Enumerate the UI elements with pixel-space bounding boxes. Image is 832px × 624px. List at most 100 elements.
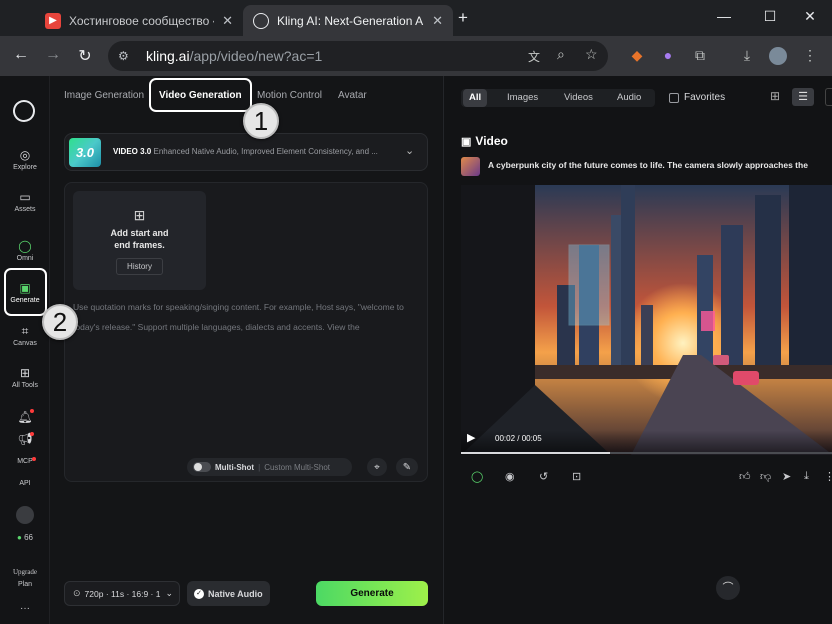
play-icon[interactable]: ▶	[467, 431, 475, 444]
share-icon[interactable]: ➤	[782, 470, 791, 483]
generate-button[interactable]: Generate	[316, 581, 428, 606]
close-tab-icon[interactable]: ✕	[222, 13, 233, 29]
dislike-icon[interactable]: 👎︎	[760, 470, 771, 483]
close-tab-icon[interactable]: ✕	[432, 13, 443, 29]
filter-all[interactable]: All	[463, 89, 488, 107]
menu-kebab-icon[interactable]: ⋮	[800, 47, 820, 67]
model-selector[interactable]: 3.0 VIDEO 3.0 Enhanced Native Audio, Imp…	[64, 133, 428, 171]
frames-title-line1: Add start and	[110, 228, 169, 238]
filter-audio[interactable]: Audio	[611, 89, 647, 107]
more-icon[interactable]: ···	[0, 603, 50, 614]
progress-track[interactable]	[461, 452, 832, 454]
frames-title-line2: end frames.	[114, 240, 165, 250]
rail-item-all-tools[interactable]: ⊞ All Tools	[0, 366, 50, 389]
metamask-extension-icon[interactable]: ◆	[627, 47, 647, 67]
profile-avatar-icon[interactable]	[768, 47, 788, 67]
kling-logo-icon[interactable]	[8, 95, 40, 127]
multishot-toggle[interactable]: Multi-Shot | Custom Multi-Shot	[187, 458, 352, 476]
rail-item-explore[interactable]: ◎ Explore	[0, 148, 50, 171]
favorites-label[interactable]: Favorites	[684, 92, 725, 103]
model-name: VIDEO 3.0	[113, 147, 152, 156]
omni-ring-icon: ◯	[18, 239, 32, 253]
tab-avatar[interactable]: Avatar	[338, 90, 367, 101]
zoom-icon[interactable]: ⌕	[557, 46, 565, 63]
browser-tab-bar: ▶ Хостинговое сообщество «Tim ✕ Kling AI…	[0, 0, 832, 36]
grid-view-icon[interactable]: ⊞	[770, 89, 780, 103]
prompt-placeholder[interactable]: Use quotation marks for speaking/singing…	[73, 297, 423, 337]
filter-images[interactable]: Images	[501, 89, 544, 107]
minimize-icon[interactable]: —	[714, 8, 734, 24]
native-audio-checkbox[interactable]: ✓ Native Audio	[187, 581, 270, 606]
reload-icon[interactable]: ↻	[74, 46, 96, 66]
tab-image-generation[interactable]: Image Generation	[64, 90, 144, 101]
new-tab-button[interactable]: +	[458, 8, 468, 28]
rail-item-omni[interactable]: ◯ Omni	[0, 239, 50, 262]
prompt-box[interactable]: ⊞ Add start and end frames. History Use …	[64, 182, 428, 482]
brush-icon[interactable]: ✎	[396, 458, 418, 476]
browser-toolbar: ← → ↻ ⚙ kling.ai/app/video/new?ac=1 文 ⌕ …	[0, 36, 832, 76]
download-icon[interactable]: ⤓	[737, 47, 757, 67]
chevron-down-icon[interactable]: ⌄	[405, 144, 414, 157]
omni-icon[interactable]: ◯	[471, 470, 483, 483]
support-headset-icon[interactable]: ⌒	[716, 576, 740, 600]
calendar-icon: ▣	[461, 136, 472, 148]
rail-item-mcp[interactable]: MCP	[0, 458, 50, 465]
kling-app: ◎ Explore ▭ Assets ◯ Omni ▣ Generate ⌗ Canvas…	[0, 76, 832, 624]
custom-multishot-label[interactable]: Custom Multi-Shot	[264, 463, 330, 472]
download-icon[interactable]: ⤓	[804, 470, 809, 483]
edit-icon[interactable]: ⊡	[572, 470, 581, 483]
left-rail: ◎ Explore ▭ Assets ◯ Omni ▣ Generate ⌗ Canvas…	[0, 76, 50, 624]
site-info-icon[interactable]: ⚙	[118, 49, 136, 63]
video-settings-label: 720p · 11s · 16:9 · 1	[84, 588, 161, 599]
more-icon[interactable]: ⋮	[824, 470, 832, 483]
notification-dot	[30, 409, 34, 413]
user-avatar[interactable]	[16, 506, 34, 524]
history-button[interactable]: History	[116, 258, 163, 275]
youtube-like-favicon-icon: ▶	[45, 12, 61, 29]
back-icon[interactable]: ←	[10, 46, 32, 64]
model-description: Enhanced Native Audio, Improved Element …	[153, 147, 378, 156]
location-pin-icon[interactable]: ⌖	[367, 458, 387, 476]
extend-icon[interactable]: ↺	[539, 470, 548, 483]
model-thumbnail: 3.0	[69, 138, 101, 167]
extension-icon[interactable]: ●	[658, 47, 678, 67]
url-host: kling.ai	[146, 48, 190, 64]
browser-tab-hosting[interactable]: ▶ Хостинговое сообщество «Tim ✕	[35, 5, 243, 36]
forward-icon[interactable]: →	[42, 46, 64, 64]
filter-videos[interactable]: Videos	[558, 89, 599, 107]
video-settings-dropdown[interactable]: ⊙ 720p · 11s · 16:9 · 1 ⌄	[64, 581, 180, 606]
rail-item-assets[interactable]: ▭ Assets	[0, 190, 50, 213]
check-icon: ✓	[194, 588, 204, 599]
kling-favicon-icon	[253, 12, 269, 29]
video-player[interactable]: ▶ 00:02 / 00:05	[461, 185, 832, 455]
item-thumbnail[interactable]	[461, 157, 480, 176]
step-badge-2: 2	[42, 304, 78, 340]
address-bar[interactable]: ⚙ kling.ai/app/video/new?ac=1 文 ⌕ ☆	[108, 41, 608, 71]
add-frames-card[interactable]: ⊞ Add start and end frames. History	[73, 191, 206, 290]
bookmark-star-icon[interactable]: ☆	[585, 46, 598, 63]
item-title[interactable]: A cyberpunk city of the future comes to …	[488, 160, 808, 170]
extensions-puzzle-icon[interactable]: ⧉	[690, 47, 710, 67]
tab-title: Хостинговое сообщество «Tim	[69, 13, 214, 28]
announcements-icon[interactable]: 📢︎	[0, 432, 50, 448]
maximize-icon[interactable]: ☐	[760, 8, 780, 25]
notifications-bell-icon[interactable]: 🔔︎	[0, 410, 50, 426]
upgrade-label[interactable]: Upgrade	[0, 568, 50, 576]
tab-motion-control[interactable]: Motion Control	[257, 90, 322, 101]
rail-item-api[interactable]: API	[0, 480, 50, 487]
notification-dot	[30, 432, 34, 436]
like-icon[interactable]: 👍︎	[739, 470, 751, 483]
list-view-icon[interactable]: ☰	[792, 88, 814, 106]
browser-tab-kling[interactable]: Kling AI: Next-Generation AI Cr ✕	[243, 5, 453, 36]
favorites-checkbox[interactable]	[669, 93, 679, 103]
translate-icon[interactable]: 文	[528, 48, 540, 65]
plan-label[interactable]: Plan	[0, 581, 50, 588]
toggle-switch[interactable]	[193, 462, 211, 472]
close-window-icon[interactable]: ✕	[800, 8, 820, 25]
compass-icon: ◎	[19, 148, 31, 162]
credits-count[interactable]: ● 66	[0, 533, 50, 542]
video-section-title: ▣ Video	[461, 134, 508, 148]
settings-icon: ⊙	[73, 588, 81, 598]
multishot-label: Multi-Shot	[215, 462, 255, 472]
eye-icon[interactable]: ◉	[505, 470, 515, 483]
